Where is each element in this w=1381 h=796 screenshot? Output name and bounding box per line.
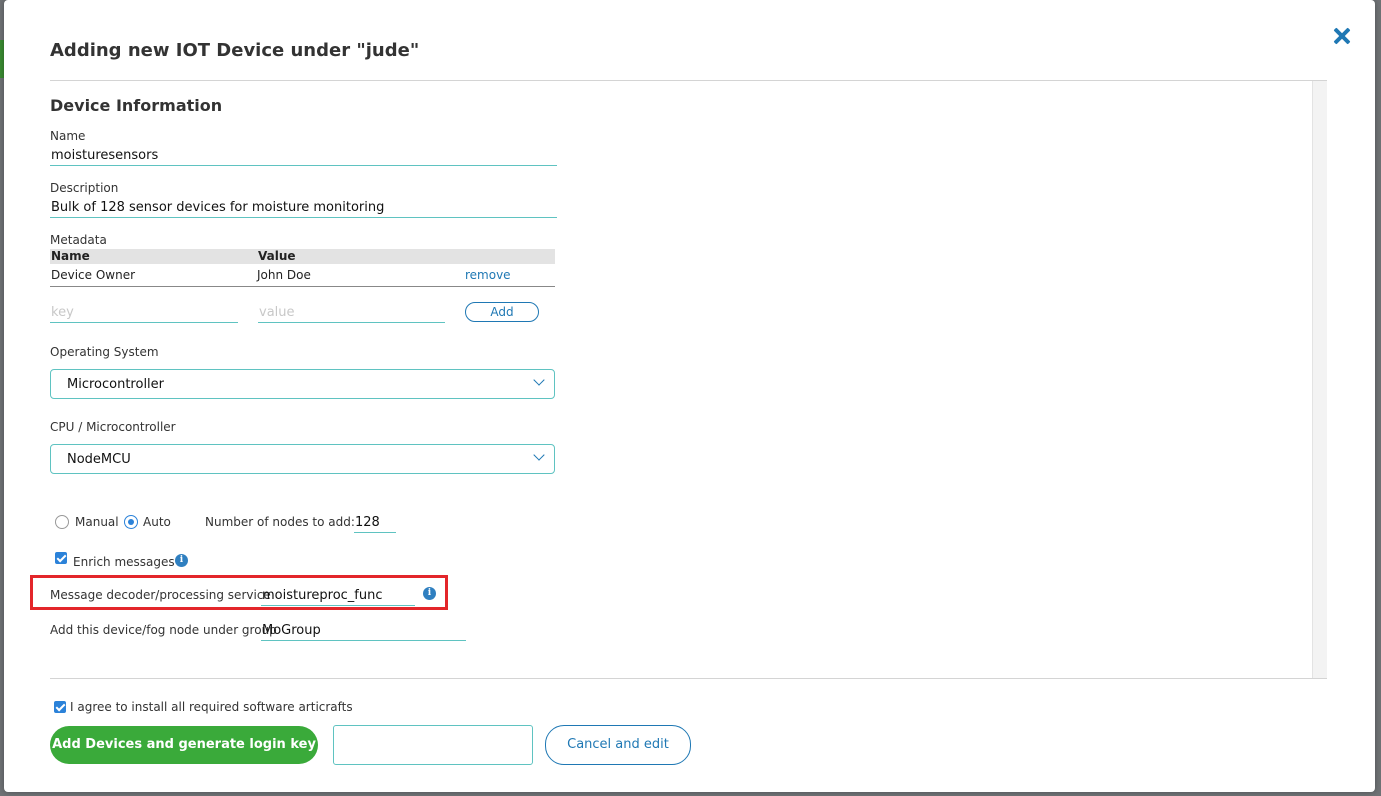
nodes-count-label: Number of nodes to add:	[205, 515, 355, 529]
decoder-input[interactable]	[261, 585, 415, 606]
metadata-value-input[interactable]	[258, 302, 445, 323]
metadata-key-input[interactable]	[50, 302, 238, 323]
mode-auto-label: Auto	[143, 515, 171, 529]
metadata-row: Device Owner John Doe remove	[50, 264, 555, 287]
metadata-header-name: Name	[51, 249, 90, 263]
dialog-title: Adding new IOT Device under "jude"	[50, 40, 420, 61]
enrich-messages-checkbox[interactable]	[55, 552, 67, 564]
cpu-select-value: NodeMCU	[67, 452, 131, 467]
mode-manual-radio[interactable]	[55, 515, 69, 529]
group-input[interactable]	[261, 620, 466, 641]
os-label: Operating System	[50, 345, 159, 359]
chevron-down-icon	[533, 449, 545, 461]
cancel-button[interactable]: Cancel and edit	[545, 725, 691, 765]
add-device-dialog: Adding new IOT Device under "jude" Devic…	[4, 0, 1375, 792]
description-input[interactable]	[50, 197, 557, 218]
description-label: Description	[50, 181, 119, 195]
close-icon[interactable]	[1329, 22, 1357, 50]
enrich-messages-label: Enrich messages	[73, 555, 175, 569]
metadata-row-value: John Doe	[257, 268, 311, 282]
chevron-down-icon	[533, 374, 545, 386]
metadata-remove-link[interactable]: remove	[465, 268, 511, 282]
metadata-table: Name Value Device Owner John Doe remove	[50, 249, 555, 287]
metadata-header-row: Name Value	[50, 249, 555, 264]
info-icon[interactable]: i	[423, 587, 436, 600]
scrollbar[interactable]	[1312, 81, 1327, 678]
decoder-label: Message decoder/processing service	[50, 588, 271, 602]
mode-manual-label: Manual	[75, 515, 119, 529]
device-form-scroll-area: Device Information Name Description Meta…	[30, 80, 1327, 679]
name-label: Name	[50, 129, 86, 143]
agree-checkbox[interactable]	[54, 701, 66, 713]
name-input[interactable]	[50, 145, 557, 166]
metadata-label: Metadata	[50, 233, 107, 247]
info-icon[interactable]: i	[175, 554, 188, 567]
os-select[interactable]: Microcontroller	[50, 369, 555, 399]
mode-auto-radio[interactable]	[124, 515, 138, 529]
nodes-count-input[interactable]	[354, 512, 396, 533]
metadata-row-name: Device Owner	[51, 268, 136, 282]
metadata-header-value: Value	[258, 249, 296, 263]
os-select-value: Microcontroller	[67, 377, 165, 392]
add-devices-button[interactable]: Add Devices and generate login key	[50, 726, 318, 764]
agree-label: I agree to install all required software…	[70, 700, 353, 714]
metadata-add-button[interactable]: Add	[465, 302, 539, 322]
section-title: Device Information	[50, 96, 223, 115]
group-label: Add this device/fog node under group	[50, 623, 277, 637]
secondary-button[interactable]	[333, 725, 533, 765]
cpu-select[interactable]: NodeMCU	[50, 444, 555, 474]
cpu-label: CPU / Microcontroller	[50, 420, 176, 434]
